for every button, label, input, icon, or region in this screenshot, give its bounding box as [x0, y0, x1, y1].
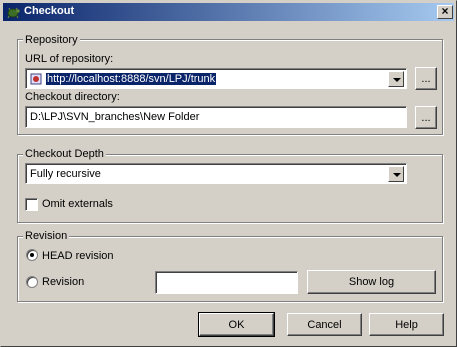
head-revision-label[interactable]: HEAD revision	[42, 250, 114, 262]
window-title: Checkout	[24, 5, 75, 17]
url-dropdown-arrow-icon[interactable]	[388, 71, 404, 87]
close-icon: ×	[441, 4, 449, 18]
revision-radio[interactable]	[26, 276, 38, 288]
directory-browse-button[interactable]: ...	[415, 106, 437, 129]
checkout-directory-input[interactable]: D:\LPJ\SVN_branches\New Folder	[25, 106, 407, 128]
head-revision-radio[interactable]	[26, 249, 38, 261]
tortoise-icon	[7, 7, 20, 19]
repository-legend: Repository	[23, 34, 80, 46]
ok-button[interactable]: OK	[198, 312, 275, 337]
revision-input[interactable]	[155, 271, 298, 294]
show-log-button[interactable]: Show log	[307, 270, 436, 294]
repository-url-icon	[30, 73, 42, 85]
url-combobox[interactable]: http://localhost:8888/svn/LPJ/trunk	[25, 68, 407, 89]
close-button[interactable]: ×	[437, 5, 453, 19]
depth-select[interactable]: Fully recursive	[25, 163, 407, 184]
url-value: http://localhost:8888/svn/LPJ/trunk	[46, 73, 217, 85]
checkout-directory-label: Checkout directory:	[25, 91, 120, 103]
omit-externals-label[interactable]: Omit externals	[42, 198, 113, 210]
depth-dropdown-arrow-icon[interactable]	[388, 166, 404, 182]
omit-externals-checkbox[interactable]	[25, 198, 38, 211]
checkout-dialog: Checkout × Repository URL of repository:…	[0, 0, 457, 347]
revision-legend: Revision	[23, 230, 70, 242]
url-browse-button[interactable]: ...	[415, 67, 437, 90]
revision-label[interactable]: Revision	[42, 276, 84, 288]
checkout-depth-legend: Checkout Depth	[23, 148, 106, 160]
help-button[interactable]: Help	[369, 313, 444, 336]
url-label: URL of repository:	[25, 53, 114, 65]
cancel-button[interactable]: Cancel	[287, 313, 362, 336]
title-bar[interactable]: Checkout ×	[3, 3, 454, 21]
